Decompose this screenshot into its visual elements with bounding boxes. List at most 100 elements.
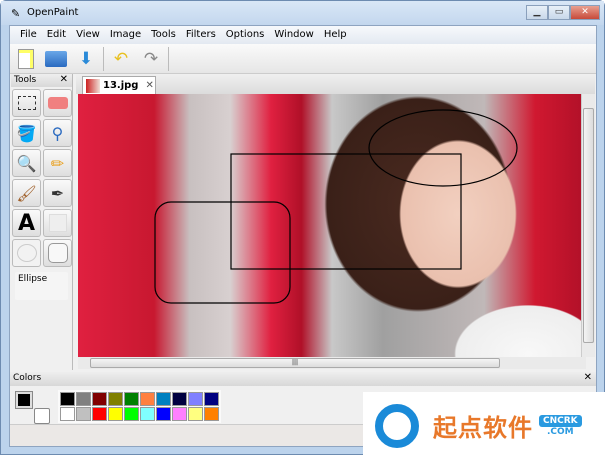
palette-color-swatch[interactable] — [140, 407, 155, 421]
palette-color-swatch[interactable] — [108, 407, 123, 421]
palette-color-swatch[interactable] — [204, 392, 219, 406]
colors-panel-close-icon[interactable]: ✕ — [584, 372, 592, 383]
horizontal-scroll-thumb[interactable]: ||| — [90, 358, 500, 368]
palette-color-swatch[interactable] — [124, 407, 139, 421]
palette-color-swatch[interactable] — [92, 407, 107, 421]
tab-13-jpg[interactable]: 13.jpg ✕ — [82, 76, 156, 94]
image-canvas[interactable] — [78, 94, 586, 357]
open-icon — [45, 50, 67, 67]
menu-help[interactable]: Help — [319, 26, 352, 44]
clone-stamp-icon: ✒ — [50, 183, 65, 203]
tool-eraser[interactable] — [43, 89, 72, 117]
title-bar: ✎ OpenPaint ▁ ▭ ✕ — [1, 1, 604, 25]
secondary-color-swatch[interactable] — [34, 408, 50, 424]
app-window: ✎ OpenPaint ▁ ▭ ✕ File Edit View Image T… — [0, 0, 605, 455]
minimize-button[interactable]: ▁ — [526, 5, 548, 20]
tools-panel: Tools ✕ 🪣 ⚲ 🔍 ✏ 🖌 ✒ A Ellipse — [11, 74, 73, 370]
new-button[interactable] — [13, 46, 39, 72]
selected-tool-name: Ellipse — [15, 272, 68, 300]
palette-color-swatch[interactable] — [172, 407, 187, 421]
palette-color-swatch[interactable] — [188, 407, 203, 421]
tool-zoom[interactable]: 🔍 — [12, 149, 41, 177]
save-button[interactable]: ⬇ — [73, 46, 99, 72]
redo-icon: ↷ — [143, 48, 159, 69]
tool-fill-bucket[interactable]: 🪣 — [12, 119, 41, 147]
palette-color-swatch[interactable] — [60, 392, 75, 406]
menu-file[interactable]: File — [15, 26, 42, 44]
toolbar-separator — [103, 46, 104, 71]
drawn-ellipse — [368, 109, 518, 187]
tab-label: 13.jpg — [103, 80, 139, 91]
rectangle-icon — [48, 214, 67, 232]
tool-color-picker[interactable]: ⚲ — [43, 119, 72, 147]
image-thumbnail-icon — [86, 78, 100, 93]
palette-color-swatch[interactable] — [188, 392, 203, 406]
palette-color-swatch[interactable] — [156, 407, 171, 421]
zoom-icon: 🔍 — [16, 153, 37, 173]
tools-panel-close-icon[interactable]: ✕ — [60, 74, 68, 85]
menu-filters[interactable]: Filters — [181, 26, 221, 44]
open-button[interactable] — [43, 46, 69, 72]
pencil-icon: ✏ — [50, 153, 65, 173]
horizontal-scrollbar[interactable]: ||| — [78, 357, 586, 369]
palette-color-swatch[interactable] — [172, 392, 187, 406]
tool-ellipse[interactable] — [12, 239, 41, 267]
watermark-logo: 起点软件 CNCRK .COM — [363, 392, 607, 459]
color-picker-icon: ⚲ — [51, 123, 64, 143]
toolbar-separator — [168, 46, 169, 71]
window-title: OpenPaint — [27, 7, 79, 18]
eraser-icon — [47, 97, 68, 109]
close-button[interactable]: ✕ — [570, 5, 600, 20]
tools-panel-header: Tools ✕ — [11, 74, 72, 87]
palette-color-swatch[interactable] — [108, 392, 123, 406]
fill-bucket-icon: 🪣 — [16, 123, 37, 143]
undo-icon: ↶ — [113, 48, 129, 69]
palette-color-swatch[interactable] — [60, 407, 75, 421]
save-icon: ⬇ — [78, 48, 94, 69]
drawn-rectangle — [230, 153, 462, 270]
tool-pencil[interactable]: ✏ — [43, 149, 72, 177]
colors-panel-title: Colors — [13, 373, 42, 383]
new-icon — [18, 48, 34, 69]
menu-window[interactable]: Window — [269, 26, 318, 44]
vertical-scroll-thumb[interactable] — [583, 108, 594, 343]
document-area: 13.jpg ✕ ||| — [76, 74, 595, 371]
watermark-text: 起点软件 — [433, 414, 533, 442]
tools-panel-title: Tools — [14, 75, 37, 85]
toolbar: ⬇ ↶ ↷ — [10, 44, 596, 74]
watermark-badge: CNCRK — [539, 414, 582, 427]
palette-color-swatch[interactable] — [140, 392, 155, 406]
app-icon: ✎ — [11, 7, 21, 20]
tool-rounded-rectangle[interactable] — [43, 239, 72, 267]
menu-edit[interactable]: Edit — [42, 26, 71, 44]
ellipse-icon — [16, 244, 37, 262]
tool-rectangle-select[interactable] — [12, 89, 41, 117]
palette-color-swatch[interactable] — [204, 407, 219, 421]
palette-color-swatch[interactable] — [92, 392, 107, 406]
tool-clone-stamp[interactable]: ✒ — [43, 179, 72, 207]
tool-text[interactable]: A — [12, 209, 41, 237]
drawn-shapes — [154, 109, 518, 304]
menu-tools[interactable]: Tools — [146, 26, 181, 44]
logo-mark-icon — [375, 403, 419, 448]
colors-panel-header: Colors ✕ — [10, 372, 596, 386]
menu-view[interactable]: View — [71, 26, 105, 44]
tool-brush[interactable]: 🖌 — [12, 179, 41, 207]
palette-color-swatch[interactable] — [156, 392, 171, 406]
menu-bar: File Edit View Image Tools Filters Optio… — [10, 26, 596, 44]
palette-color-swatch[interactable] — [124, 392, 139, 406]
undo-button[interactable]: ↶ — [108, 46, 134, 72]
primary-color-swatch[interactable] — [15, 391, 33, 409]
tab-close-icon[interactable]: ✕ — [145, 80, 153, 91]
document-tabs: 13.jpg ✕ — [76, 74, 595, 94]
rounded-rectangle-icon — [47, 243, 68, 263]
palette-color-swatch[interactable] — [76, 392, 91, 406]
menu-options[interactable]: Options — [221, 26, 270, 44]
palette-color-swatch[interactable] — [76, 407, 91, 421]
maximize-button[interactable]: ▭ — [548, 5, 570, 20]
redo-button[interactable]: ↷ — [138, 46, 164, 72]
client-area: File Edit View Image Tools Filters Optio… — [9, 25, 597, 447]
vertical-scrollbar[interactable] — [581, 94, 595, 357]
menu-image[interactable]: Image — [105, 26, 146, 44]
tool-rectangle[interactable] — [43, 209, 72, 237]
